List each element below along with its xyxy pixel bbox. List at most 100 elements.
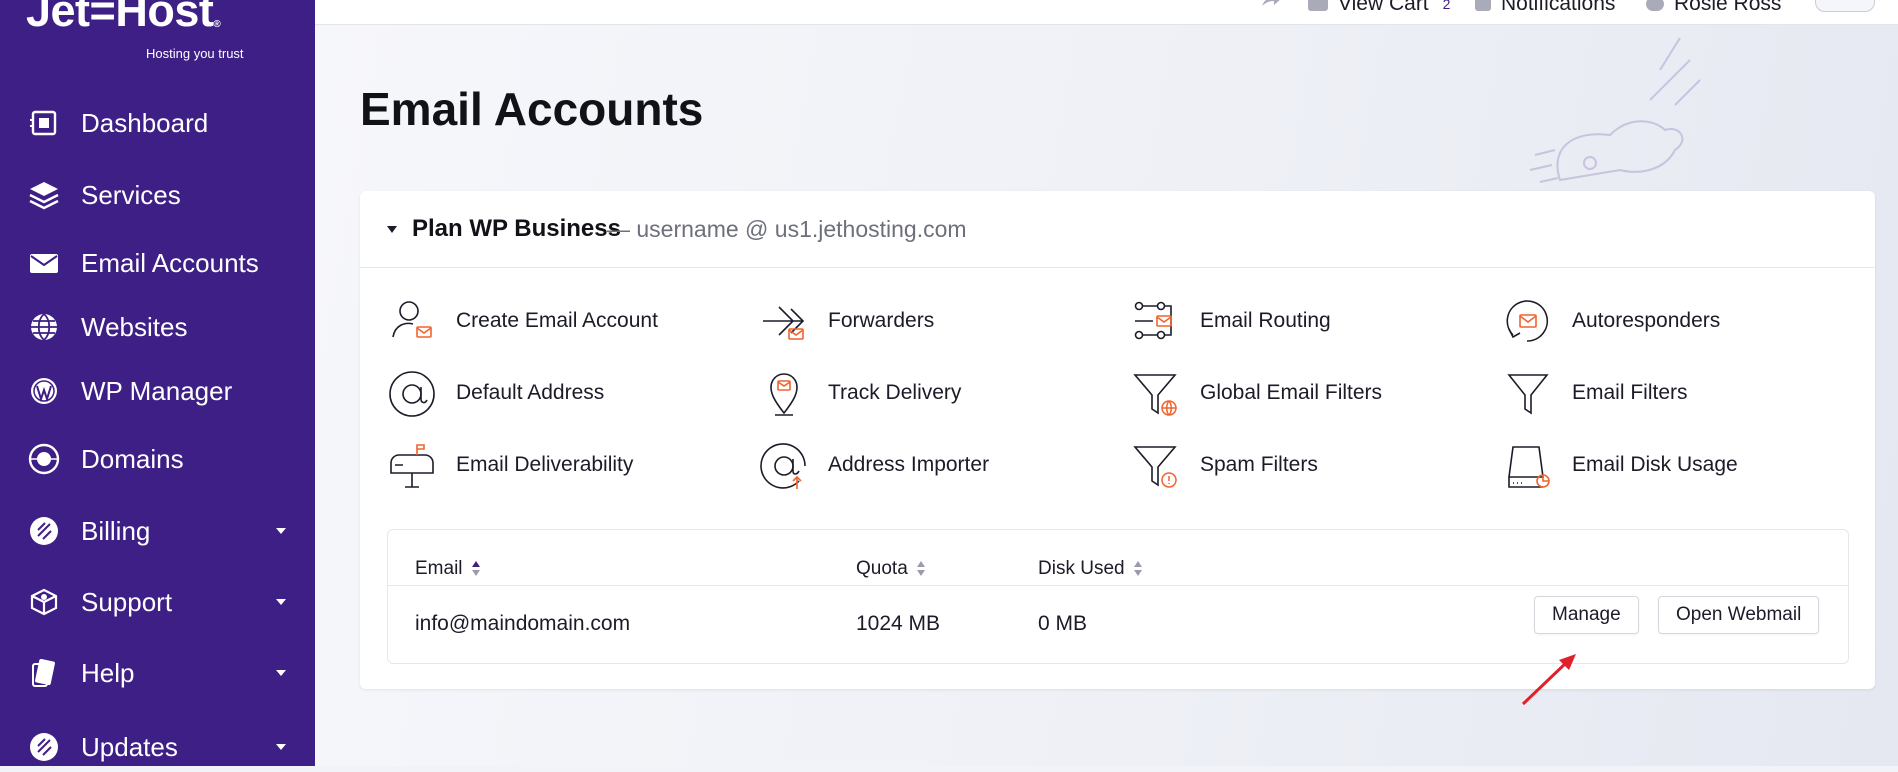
tool-label: Email Routing <box>1200 309 1331 332</box>
jethost-logo[interactable]: Jet=Host® Hosting you trust <box>26 0 244 61</box>
help-icon <box>26 655 62 691</box>
tool-email-routing[interactable]: Email Routing <box>1131 297 1491 349</box>
mailbox-icon <box>390 444 434 488</box>
logo-tagline: Hosting you trust <box>146 46 244 61</box>
tool-email-disk-usage[interactable]: Email Disk Usage <box>1503 441 1863 493</box>
logo-wordmark: Jet=Host® <box>26 0 221 36</box>
globe-icon <box>26 309 62 345</box>
tool-address-importer[interactable]: Address Importer <box>759 441 1119 493</box>
at-import-icon <box>760 443 806 489</box>
sidebar-item-label: Updates <box>81 731 178 762</box>
disk-usage-icon <box>1508 446 1550 488</box>
tool-forwarders[interactable]: Forwarders <box>759 297 1119 349</box>
chevron-down-icon <box>276 670 286 676</box>
create-email-account-icon <box>392 301 432 338</box>
domain-icon <box>26 441 62 477</box>
page-title: Email Accounts <box>360 83 704 135</box>
filter-icon <box>1507 374 1549 415</box>
sidebar-item-label: Services <box>81 179 181 210</box>
tool-track-delivery[interactable]: Track Delivery <box>759 369 1119 421</box>
cell-quota: 1024 MB <box>856 612 941 635</box>
tool-email-deliverability[interactable]: Email Deliverability <box>387 441 747 493</box>
tool-label: Autoresponders <box>1572 309 1721 332</box>
sidebar-item-updates[interactable]: Updates <box>0 722 315 772</box>
sidebar-item-email-accounts[interactable]: Email Accounts <box>0 238 315 288</box>
services-icon <box>26 177 62 213</box>
cell-email: info@maindomain.com <box>415 612 631 635</box>
updates-icon <box>26 729 62 765</box>
sort-icon <box>471 561 480 577</box>
tool-label: Address Importer <box>828 453 990 476</box>
cell-disk-used: 0 MB <box>1038 612 1088 635</box>
rocket-illustration <box>1529 37 1701 183</box>
tool-label: Create Email Account <box>456 309 658 332</box>
cart-count-badge: 2 <box>1442 0 1451 12</box>
collapse-caret-icon[interactable] <box>387 226 397 233</box>
support-icon <box>26 584 62 620</box>
sidebar-item-label: Dashboard <box>81 107 209 138</box>
share-icon[interactable] <box>1260 0 1282 10</box>
tool-label: Global Email Filters <box>1200 381 1383 404</box>
plan-name: Plan WP Business <box>412 215 621 242</box>
sort-icon <box>1133 561 1142 577</box>
plan-card-header[interactable]: Plan WP Business — username @ us1.jethos… <box>360 191 1875 268</box>
tool-label: Default Address <box>456 381 605 404</box>
tool-autoresponders[interactable]: Autoresponders <box>1503 297 1863 349</box>
tool-label: Track Delivery <box>828 381 962 404</box>
tool-create-email-account[interactable]: Create Email Account <box>387 297 747 349</box>
tool-default-address[interactable]: Default Address <box>387 369 747 421</box>
sidebar-item-help[interactable]: Help <box>0 648 315 698</box>
tool-global-email-filters[interactable]: Global Email Filters <box>1131 369 1491 421</box>
user-icon <box>1646 0 1664 11</box>
dashboard-icon <box>26 105 62 141</box>
sidebar-item-label: Websites <box>81 311 188 342</box>
plan-card: Plan WP Business — username @ us1.jethos… <box>360 191 1875 689</box>
sidebar-item-domains[interactable]: Domains <box>0 434 315 484</box>
column-header-disk-used[interactable]: Disk Used <box>1038 558 1142 580</box>
theme-toggle[interactable] <box>1815 0 1875 12</box>
email-accounts-table: Email Quota Disk Used info@maindomain.co… <box>387 529 1849 664</box>
email-routing-icon <box>1134 301 1172 340</box>
tool-email-filters[interactable]: Email Filters <box>1503 369 1863 421</box>
autoresponders-icon <box>1506 300 1549 342</box>
manage-button[interactable]: Manage <box>1534 596 1639 634</box>
tool-label: Email Filters <box>1572 381 1688 404</box>
map-pin-icon <box>770 373 798 416</box>
chevron-down-icon <box>276 599 286 605</box>
chevron-down-icon <box>276 744 286 750</box>
sidebar-item-dashboard[interactable]: Dashboard <box>0 98 315 148</box>
filter-warning-icon <box>1133 446 1177 488</box>
sidebar-item-label: Billing <box>81 515 151 546</box>
sidebar-item-services[interactable]: Services <box>0 170 315 220</box>
sidebar-item-support[interactable]: Support <box>0 577 315 627</box>
open-webmail-button[interactable]: Open Webmail <box>1658 596 1820 634</box>
tool-label: Forwarders <box>828 309 935 332</box>
forwarders-icon <box>763 306 805 340</box>
sidebar: Jet=Host® Hosting you trust Dashboard Se… <box>0 0 315 766</box>
sort-icon <box>916 561 925 577</box>
notifications-link[interactable]: Notifications <box>1475 0 1615 16</box>
divider <box>388 585 1848 586</box>
sidebar-item-billing[interactable]: Billing <box>0 506 315 556</box>
tool-label: Email Deliverability <box>456 453 634 476</box>
tool-spam-filters[interactable]: Spam Filters <box>1131 441 1491 493</box>
cart-icon <box>1308 0 1328 11</box>
column-header-email[interactable]: Email <box>415 558 480 580</box>
column-header-quota[interactable]: Quota <box>856 558 925 580</box>
tool-label: Email Disk Usage <box>1572 453 1738 476</box>
sidebar-item-label: Domains <box>81 443 184 474</box>
envelope-icon <box>26 245 62 281</box>
tool-label: Spam Filters <box>1200 453 1318 476</box>
sidebar-item-label: WP Manager <box>81 375 233 406</box>
sidebar-item-websites[interactable]: Websites <box>0 302 315 352</box>
wordpress-icon <box>26 373 62 409</box>
top-bar: View Cart 2 Notifications Rosie Ross <box>315 0 1898 25</box>
billing-icon <box>26 513 62 549</box>
user-menu[interactable]: Rosie Ross <box>1646 0 1781 16</box>
at-sign-icon <box>389 371 435 417</box>
sidebar-item-label: Email Accounts <box>81 247 259 278</box>
sidebar-item-wp-manager[interactable]: WP Manager <box>0 366 315 416</box>
plan-username: — username @ us1.jethosting.com <box>607 216 967 242</box>
sidebar-item-label: Support <box>81 586 173 617</box>
view-cart-link[interactable]: View Cart 2 <box>1308 0 1450 16</box>
